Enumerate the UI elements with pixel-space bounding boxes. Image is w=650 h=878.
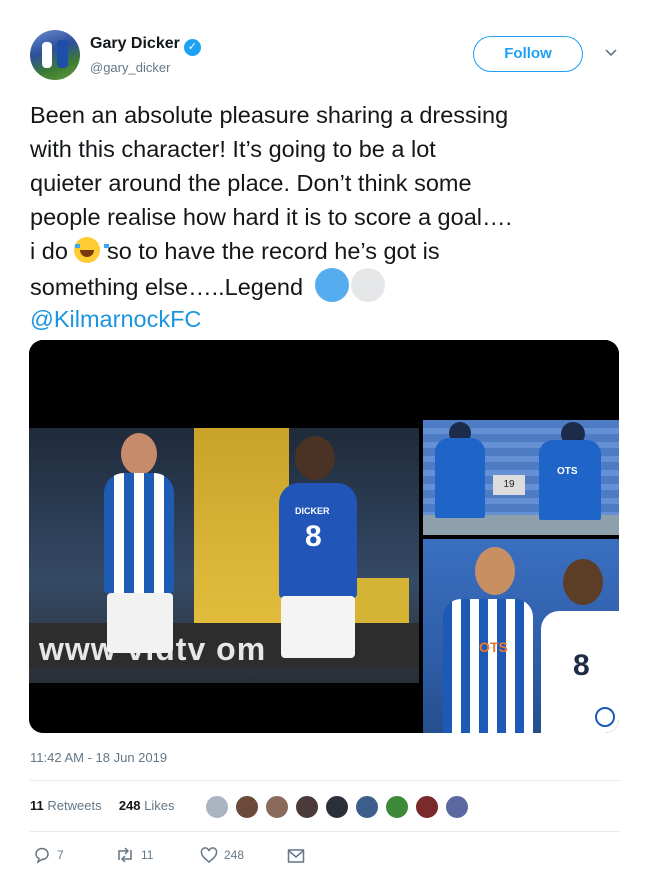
reply-icon bbox=[35, 847, 49, 864]
like-button[interactable]: 248 bbox=[200, 844, 244, 866]
retweet-count: 11 bbox=[141, 848, 154, 862]
chevron-down-icon[interactable] bbox=[605, 44, 617, 60]
tweet-line-text: something else…..Legend bbox=[30, 274, 304, 300]
retweet-icon bbox=[118, 847, 132, 863]
direct-message-button[interactable] bbox=[287, 844, 311, 866]
liker-avatar[interactable] bbox=[355, 795, 379, 819]
liker-avatar[interactable] bbox=[415, 795, 439, 819]
sponsor-logo-text: OTS bbox=[557, 466, 578, 477]
tweet-line: quieter around the place. Don’t think so… bbox=[30, 170, 472, 196]
verified-badge-icon: ✓ bbox=[183, 39, 201, 56]
liker-avatar[interactable] bbox=[265, 795, 289, 819]
media-grid: www vidtv om DICKER 8 19 OTS OTS 8 bbox=[29, 340, 619, 733]
tweet-timestamp[interactable]: 11:42 AM - 18 Jun 2019 bbox=[30, 750, 167, 765]
author-handle[interactable]: @gary_dicker bbox=[90, 60, 170, 75]
tweet-header: Gary Dicker ✓ @gary_dicker Follow bbox=[30, 30, 620, 82]
photo-scene: www vidtv om DICKER 8 bbox=[29, 428, 419, 683]
liker-avatar[interactable] bbox=[295, 795, 319, 819]
retweets-label: Retweets bbox=[47, 798, 102, 813]
tweet-stats: 11 Retweets 248 Likes bbox=[30, 795, 175, 819]
sponsor-logo-text: OTS bbox=[479, 639, 508, 655]
retweet-button[interactable]: 11 bbox=[115, 844, 153, 866]
tweet-line: something else…..Legend bbox=[30, 268, 622, 302]
laughing-emoji-icon bbox=[74, 237, 110, 263]
tweet-line: Been an absolute pleasure sharing a dres… bbox=[30, 102, 509, 128]
media-photo-bottom-right[interactable]: OTS 8 bbox=[423, 539, 619, 733]
reply-count: 7 bbox=[57, 848, 64, 862]
blue-circle-emoji-icon bbox=[315, 268, 350, 302]
tweet-line: @KilmarnockFC bbox=[30, 302, 622, 336]
club-crest-icon bbox=[595, 707, 615, 727]
liker-avatar[interactable] bbox=[205, 795, 229, 819]
white-circle-emoji-icon bbox=[351, 268, 386, 302]
likes-label: Likes bbox=[144, 798, 175, 813]
likes-count: 248 bbox=[118, 798, 141, 813]
tweet-line: people realise how hard it is to score a… bbox=[30, 204, 513, 230]
tweet-actions: 7 11 248 bbox=[30, 844, 620, 866]
liker-avatar[interactable] bbox=[325, 795, 349, 819]
liker-avatar[interactable] bbox=[235, 795, 259, 819]
retweets-count: 11 bbox=[30, 798, 44, 813]
author-name-text[interactable]: Gary Dicker bbox=[90, 35, 180, 52]
pitch-sign: 19 bbox=[493, 475, 525, 495]
avatar[interactable] bbox=[30, 30, 80, 80]
heart-icon bbox=[200, 847, 218, 863]
photo-scene: 19 OTS bbox=[423, 420, 619, 535]
tweet-text: Been an absolute pleasure sharing a dres… bbox=[30, 98, 622, 336]
envelope-icon bbox=[287, 849, 305, 863]
like-count: 248 bbox=[224, 848, 245, 862]
mention-link[interactable]: @KilmarnockFC bbox=[30, 306, 201, 332]
retweets-stat[interactable]: 11 Retweets bbox=[30, 798, 102, 813]
divider bbox=[30, 780, 620, 781]
divider bbox=[30, 831, 620, 832]
author-name[interactable]: Gary Dicker ✓ bbox=[90, 35, 201, 56]
follow-button[interactable]: Follow bbox=[473, 36, 583, 72]
tweet-line: with this character! It’s going to be a … bbox=[30, 136, 436, 162]
media-photo-top-right[interactable]: 19 OTS bbox=[423, 340, 619, 535]
shirt-name: DICKER bbox=[295, 506, 330, 516]
liker-avatar[interactable] bbox=[445, 795, 469, 819]
reply-button[interactable]: 7 bbox=[33, 844, 64, 866]
liker-avatar[interactable] bbox=[385, 795, 409, 819]
tweet-line-rest: so to have the record he’s got is bbox=[106, 238, 440, 264]
shirt-number: 8 bbox=[305, 520, 322, 553]
tweet-line: i do so to have the record he’s got is bbox=[30, 234, 622, 268]
media-photo-main[interactable]: www vidtv om DICKER 8 bbox=[29, 340, 419, 733]
tweet-line-prefix: i do bbox=[30, 238, 68, 264]
likes-stat[interactable]: 248 Likes bbox=[119, 798, 175, 813]
shirt-number: 8 bbox=[573, 649, 590, 682]
